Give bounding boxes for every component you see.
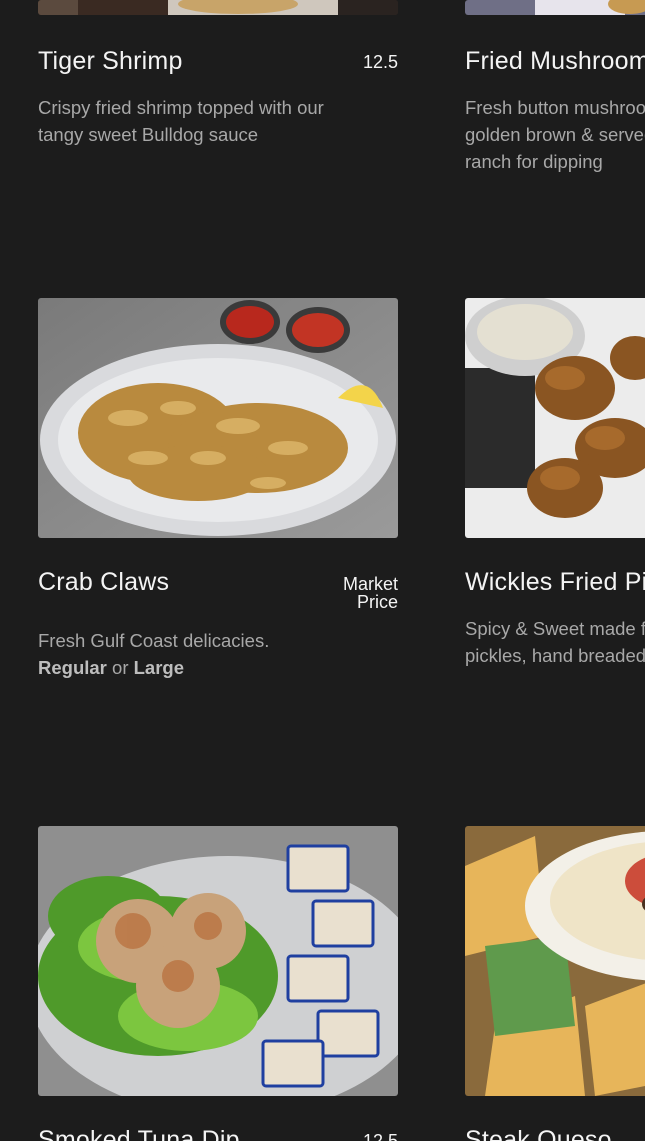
menu-item-price: Market Price xyxy=(343,575,398,611)
menu-card-crab-claws[interactable]: Crab Claws Market Price Fresh Gulf Coast… xyxy=(38,298,398,698)
steak-queso-photo xyxy=(465,826,645,1096)
size-options: Regular or Large xyxy=(38,654,368,681)
price-line-2: Price xyxy=(356,592,398,612)
menu-item-title: Crab Claws xyxy=(38,568,170,596)
menu-item-title: Wickles Fried Pickles xyxy=(465,568,645,596)
crab-claws-photo xyxy=(38,298,398,538)
option-separator: or xyxy=(112,657,129,678)
menu-item-title: Tiger Shrimp xyxy=(38,47,183,75)
menu-card-steak-queso[interactable]: Steak Queso xyxy=(465,826,645,1141)
menu-card-wickles-fried-pickles[interactable]: Wickles Fried Pickles Spicy & Sweet made… xyxy=(465,298,645,698)
option-large: Large xyxy=(133,657,185,678)
menu-item-price: 12.5 xyxy=(362,52,398,72)
menu-item-description: Fresh button mushrooms fried golden brow… xyxy=(465,97,645,172)
fried-mushrooms-photo xyxy=(465,0,645,15)
smoked-tuna-dip-photo xyxy=(38,826,398,1096)
description-text: Fresh Gulf Coast delicacies. xyxy=(38,630,270,651)
menu-item-description: Fresh Gulf Coast delicacies. Regular or … xyxy=(38,627,368,681)
menu-item-title: Smoked Tuna Dip xyxy=(38,1126,240,1141)
price-line-1: Market xyxy=(342,574,398,594)
menu-card-fried-mushrooms[interactable]: Fried Mushrooms Fresh button mushrooms f… xyxy=(465,0,645,180)
menu-card-tiger-shrimp[interactable]: Tiger Shrimp 12.5 Crispy fried shrimp to… xyxy=(38,0,398,160)
menu-page: Tiger Shrimp 12.5 Crispy fried shrimp to… xyxy=(0,0,645,1141)
menu-item-title: Steak Queso xyxy=(465,1126,612,1141)
menu-item-description: Crispy fried shrimp topped with our tang… xyxy=(38,97,324,145)
option-regular: Regular xyxy=(38,657,107,678)
menu-item-description: Spicy & Sweet made from Wickles pickles,… xyxy=(465,618,645,666)
menu-item-title: Fried Mushrooms xyxy=(465,47,645,75)
tiger-shrimp-photo xyxy=(38,0,398,15)
menu-card-smoked-tuna-dip[interactable]: Smoked Tuna Dip 12.5 xyxy=(38,826,398,1141)
wickles-fried-pickles-photo xyxy=(465,298,645,538)
menu-item-price: 12.5 xyxy=(362,1131,398,1141)
